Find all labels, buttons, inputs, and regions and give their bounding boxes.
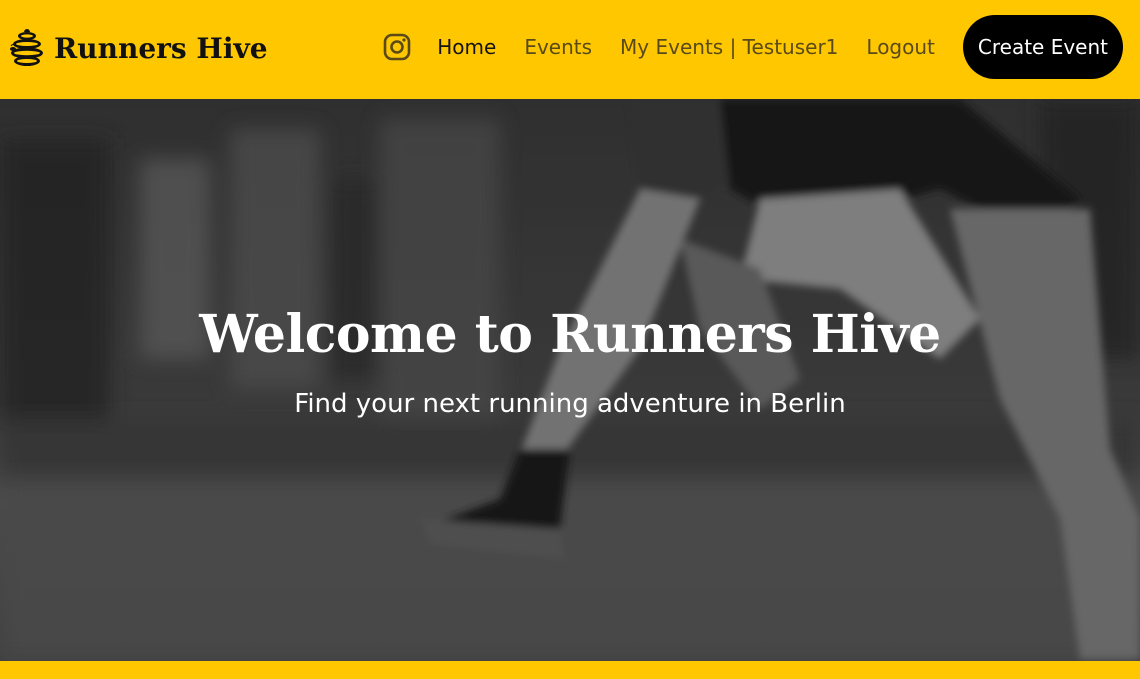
brand-name: Runners Hive bbox=[54, 31, 268, 65]
nav-home-link[interactable]: Home bbox=[437, 35, 496, 59]
hero-title: Welcome to Runners Hive bbox=[199, 304, 941, 365]
navbar: Runners Hive Home Events My Events | Tes… bbox=[0, 0, 1140, 99]
hero-subtitle: Find your next running adventure in Berl… bbox=[294, 389, 846, 419]
create-event-button[interactable]: Create Event bbox=[962, 15, 1123, 79]
nav-events-link[interactable]: Events bbox=[524, 35, 592, 59]
hero-section: Welcome to Runners Hive Find your next r… bbox=[0, 99, 1140, 661]
nav-my-events-link[interactable]: My Events | Testuser1 bbox=[620, 35, 838, 59]
nav-menu: Home Events My Events | Testuser1 Logout… bbox=[383, 15, 1123, 79]
hero-overlay bbox=[0, 99, 1140, 661]
brand-link[interactable]: Runners Hive bbox=[8, 24, 268, 72]
footer-strip bbox=[0, 661, 1140, 679]
instagram-icon bbox=[383, 33, 411, 61]
beehive-icon bbox=[10, 29, 43, 66]
instagram-link[interactable] bbox=[383, 33, 437, 61]
nav-logout-link[interactable]: Logout bbox=[866, 35, 934, 59]
